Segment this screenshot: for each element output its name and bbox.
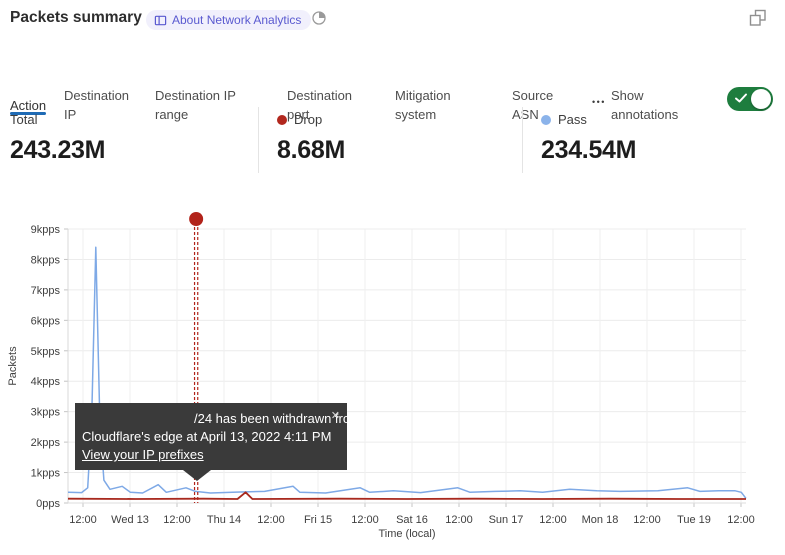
stat-total-label: Total: [10, 112, 37, 127]
x-tick-label: 12:00: [69, 514, 97, 526]
packets-time-series-chart: 9kpps 8kpps 7kpps 6kpps 5kpps 4kpps 3kpps 2kpps…: [0, 205, 785, 555]
toggle-knob: [751, 89, 771, 109]
more-tabs-ellipsis-icon[interactable]: •••: [592, 97, 606, 107]
stat-total-value: 243.23M: [10, 136, 105, 165]
x-tick-label: Fri 15: [304, 514, 332, 526]
dimension-tabs: Action Destination IP Destination IP ran…: [0, 40, 785, 90]
y-tick-label: 1kpps: [31, 468, 61, 480]
x-tick-label: 12:00: [257, 514, 285, 526]
y-tick-label: 7kpps: [31, 285, 61, 297]
x-tick-label: 12:00: [351, 514, 379, 526]
show-annotations-toggle[interactable]: [727, 87, 773, 111]
time-window-icon[interactable]: [311, 10, 327, 26]
tab-destination-ip[interactable]: Destination IP: [64, 86, 144, 124]
y-tick-label: 9kpps: [31, 224, 61, 236]
about-badge-label: About Network Analytics: [172, 13, 301, 27]
stat-divider: [258, 107, 259, 173]
stat-pass-value: 234.54M: [541, 136, 636, 165]
page-title: Packets summary: [10, 9, 142, 27]
expand-window-icon[interactable]: [748, 8, 768, 28]
x-tick-label: Mon 18: [582, 514, 619, 526]
drop-label-text: Drop: [294, 112, 322, 127]
y-tick-label: 8kpps: [31, 254, 61, 266]
book-icon: [154, 14, 167, 27]
stat-drop-label: Drop: [277, 112, 322, 127]
y-tick-label: 0pps: [36, 498, 60, 510]
x-tick-label: Wed 13: [111, 514, 149, 526]
drop-legend-dot: [277, 115, 287, 125]
annotation-tooltip: /24 has been withdrawn from Cloudflare's…: [75, 403, 347, 470]
x-axis-title: Time (local): [378, 528, 435, 540]
y-tick-label: 4kpps: [31, 376, 61, 388]
packets-summary-panel: Packets summary About Network Analytics …: [0, 0, 785, 555]
tooltip-caret: [183, 470, 211, 481]
y-tick-label: 6kpps: [31, 315, 61, 327]
tab-destination-ip-range[interactable]: Destination IP range: [155, 86, 267, 124]
x-tick-label: 12:00: [727, 514, 755, 526]
x-tick-label: Tue 19: [677, 514, 711, 526]
x-tick-label: 12:00: [633, 514, 661, 526]
view-ip-prefixes-link[interactable]: View your IP prefixes: [82, 446, 204, 464]
y-tick-label: 2kpps: [31, 437, 61, 449]
x-tick-label: 12:00: [163, 514, 191, 526]
series-line-drop: [68, 492, 746, 499]
x-tick-label: Sat 16: [396, 514, 428, 526]
check-icon: [734, 91, 748, 105]
y-tick-label: 3kpps: [31, 407, 61, 419]
pass-legend-dot: [541, 115, 551, 125]
stat-divider: [522, 107, 523, 173]
annotation-dot: [189, 212, 203, 226]
tooltip-line1: /24 has been withdrawn from: [194, 410, 337, 428]
stat-drop-value: 8.68M: [277, 136, 345, 165]
stat-pass-label: Pass: [541, 112, 587, 127]
about-network-analytics-badge[interactable]: About Network Analytics: [146, 10, 311, 30]
y-tick-label: 5kpps: [31, 346, 61, 358]
x-tick-label: 12:00: [445, 514, 473, 526]
tooltip-line2: Cloudflare's edge at April 13, 2022 4:11…: [82, 428, 337, 446]
total-label-text: Total: [10, 112, 37, 127]
show-annotations-label: Show annotations: [611, 86, 701, 124]
tab-mitigation-system[interactable]: Mitigation system: [395, 86, 487, 124]
pass-label-text: Pass: [558, 112, 587, 127]
x-tick-label: Thu 14: [207, 514, 241, 526]
close-icon[interactable]: ✕: [331, 407, 340, 425]
x-tick-label: Sun 17: [489, 514, 524, 526]
y-axis-title: Packets: [7, 346, 19, 386]
x-tick-label: 12:00: [539, 514, 567, 526]
